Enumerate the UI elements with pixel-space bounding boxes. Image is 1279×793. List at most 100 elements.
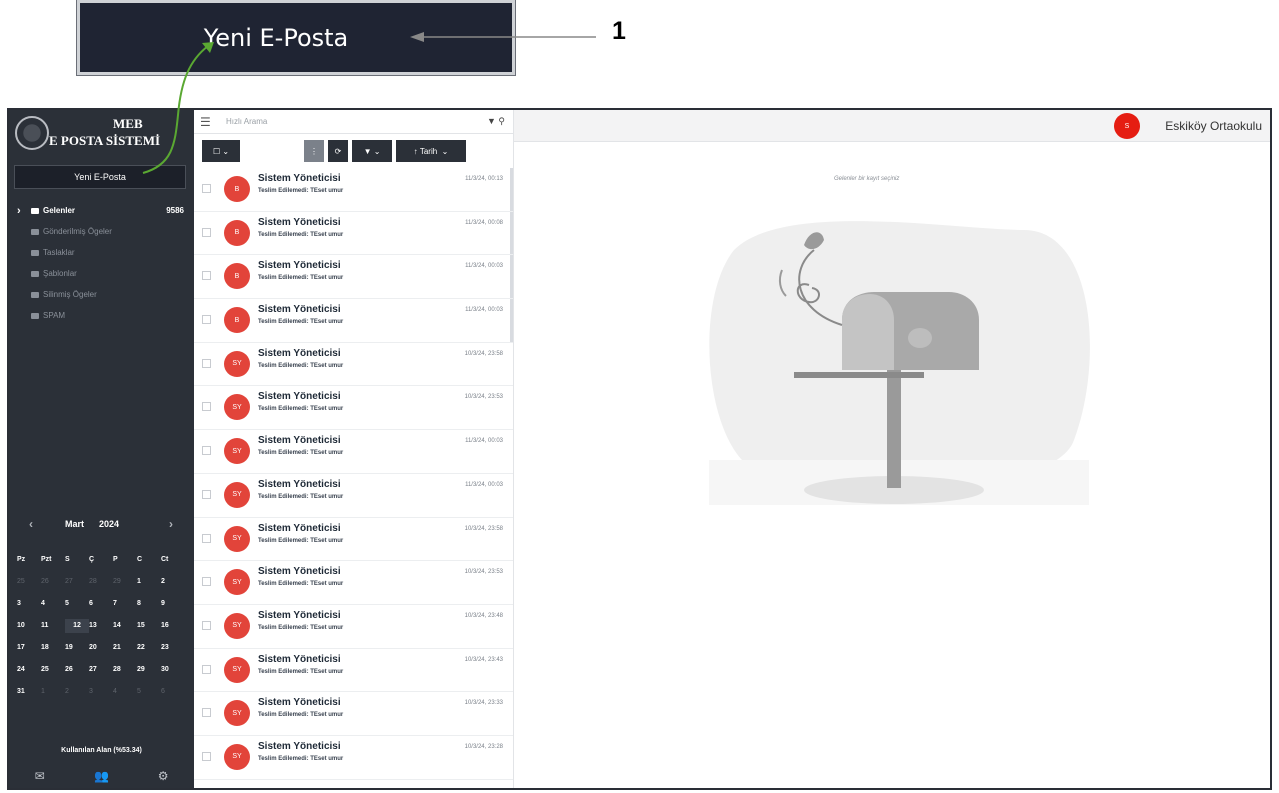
- message-date: 11/3/24, 00:03: [465, 481, 503, 488]
- message-checkbox[interactable]: [202, 751, 211, 761]
- message-row[interactable]: SY Sistem Yöneticisi Teslim Edilemedi: TEs…: [194, 517, 513, 562]
- refresh-icon[interactable]: ⟳: [328, 140, 348, 162]
- contacts-icon[interactable]: 👥: [71, 769, 133, 783]
- calendar-day[interactable]: 6: [161, 685, 185, 699]
- calendar-day[interactable]: 5: [137, 685, 161, 699]
- calendar-day[interactable]: 2: [65, 685, 89, 699]
- user-avatar[interactable]: S: [1114, 113, 1140, 139]
- message-row[interactable]: B Sistem Yöneticisi Teslim Edilemedi: TEse…: [194, 299, 513, 343]
- message-checkbox[interactable]: [202, 664, 211, 674]
- message-row[interactable]: SY Sistem Yöneticisi Teslim Edilemedi: TEs…: [194, 430, 513, 474]
- menu-icon[interactable]: ☰: [200, 115, 214, 129]
- message-row[interactable]: B Sistem Yöneticisi Teslim Edilemedi: TEse…: [194, 168, 513, 212]
- calendar-day[interactable]: 27: [65, 575, 89, 589]
- select-dropdown-button[interactable]: ☐ ⌄: [202, 140, 240, 162]
- calendar-day[interactable]: 16: [161, 619, 185, 633]
- message-checkbox[interactable]: [202, 271, 211, 281]
- settings-icon[interactable]: ⚙: [132, 769, 194, 783]
- calendar-day[interactable]: 5: [65, 597, 89, 611]
- calendar-day[interactable]: 26: [65, 663, 89, 677]
- folder-trash[interactable]: Silinmiş Ögeler: [9, 284, 194, 305]
- message-date: 11/3/24, 00:03: [465, 263, 503, 270]
- calendar-day[interactable]: 31: [17, 685, 41, 699]
- calendar-day[interactable]: 26: [41, 575, 65, 589]
- calendar-next-icon[interactable]: ›: [169, 517, 173, 531]
- calendar-day[interactable]: 15: [137, 619, 161, 633]
- message-row[interactable]: B Sistem Yöneticisi Teslim Edilemedi: TEse…: [194, 255, 513, 300]
- calendar-day[interactable]: 19: [65, 641, 89, 655]
- message-checkbox[interactable]: [202, 227, 211, 237]
- message-checkbox[interactable]: [202, 620, 211, 630]
- calendar-day[interactable]: 11: [41, 619, 65, 633]
- calendar-day[interactable]: 3: [89, 685, 113, 699]
- folder-sent[interactable]: Gönderilmiş Ögeler: [9, 221, 194, 242]
- message-row[interactable]: SY Sistem Yöneticisi Teslim Edilemedi: TEs…: [194, 735, 513, 780]
- folder-label: Gönderilmiş Ögeler: [43, 227, 112, 236]
- calendar-day[interactable]: 6: [89, 597, 113, 611]
- message-row[interactable]: SY Sistem Yöneticisi Teslim Edilemedi: TEs…: [194, 648, 513, 693]
- folder-inbox[interactable]: › Gelenler 9586: [9, 200, 194, 221]
- folder-templates[interactable]: Şablonlar: [9, 263, 194, 284]
- calendar-day[interactable]: 12: [65, 619, 89, 633]
- calendar-day[interactable]: 22: [137, 641, 161, 655]
- calendar-day[interactable]: 4: [41, 597, 65, 611]
- calendar-day[interactable]: 2: [161, 575, 185, 589]
- calendar-day[interactable]: 28: [113, 663, 137, 677]
- message-row[interactable]: B Sistem Yöneticisi Teslim Edilemedi: TEse…: [194, 211, 513, 256]
- message-checkbox[interactable]: [202, 577, 211, 587]
- calendar-day[interactable]: 4: [113, 685, 137, 699]
- calendar-day[interactable]: 29: [137, 663, 161, 677]
- message-checkbox[interactable]: [202, 446, 211, 456]
- calendar-day[interactable]: 14: [113, 619, 137, 633]
- calendar-day[interactable]: 20: [89, 641, 113, 655]
- calendar-day[interactable]: 21: [113, 641, 137, 655]
- filter-dropdown-button[interactable]: ▼ ⌄: [352, 140, 392, 162]
- message-row[interactable]: SY Sistem Yöneticisi Teslim Edilemedi: TEs…: [194, 561, 513, 605]
- message-checkbox[interactable]: [202, 358, 211, 368]
- calendar-day[interactable]: 1: [137, 575, 161, 589]
- folder-spam[interactable]: SPAM: [9, 305, 194, 326]
- filter-search-icon[interactable]: ▼ ⚲: [487, 116, 505, 127]
- calendar-day[interactable]: 27: [89, 663, 113, 677]
- more-icon[interactable]: ⋮: [304, 140, 324, 162]
- calendar-day[interactable]: 25: [41, 663, 65, 677]
- calendar-day[interactable]: 8: [137, 597, 161, 611]
- message-row[interactable]: SY Sistem Yöneticisi Teslim Edilemedi: TEs…: [194, 386, 513, 431]
- calendar-day[interactable]: 7: [113, 597, 137, 611]
- message-checkbox[interactable]: [202, 708, 211, 718]
- message-checkbox[interactable]: [202, 533, 211, 543]
- message-row[interactable]: SY Sistem Yöneticisi Teslim Edilemedi: TEs…: [194, 692, 513, 736]
- calendar-day[interactable]: 28: [89, 575, 113, 589]
- user-name[interactable]: Eskiköy Ortaokulu: [1165, 119, 1262, 133]
- message-sender: Sistem Yöneticisi: [258, 522, 341, 534]
- message-sender: Sistem Yöneticisi: [258, 347, 341, 359]
- search-input[interactable]: Hızlı Arama: [226, 117, 267, 126]
- message-row[interactable]: SY Sistem Yöneticisi Teslim Edilemedi: TEs…: [194, 342, 513, 387]
- message-checkbox[interactable]: [202, 184, 211, 193]
- calendar-day[interactable]: 24: [17, 663, 41, 677]
- calendar-day[interactable]: 13: [89, 619, 113, 633]
- calendar-day[interactable]: 25: [17, 575, 41, 589]
- calendar-day[interactable]: 18: [41, 641, 65, 655]
- mail-icon[interactable]: ✉: [9, 769, 71, 783]
- calendar-day[interactable]: 1: [41, 685, 65, 699]
- sort-dropdown-button[interactable]: ↑ Tarih ⌄: [396, 140, 466, 162]
- sender-avatar: B: [224, 176, 250, 202]
- calendar-day[interactable]: 17: [17, 641, 41, 655]
- message-row[interactable]: SY Sistem Yöneticisi Teslim Edilemedi: TEs…: [194, 473, 513, 518]
- message-checkbox[interactable]: [202, 402, 211, 412]
- message-checkbox[interactable]: [202, 489, 211, 499]
- calendar-day[interactable]: 23: [161, 641, 185, 655]
- calendar-day[interactable]: 10: [17, 619, 41, 633]
- meb-logo: MEB E POSTA SİSTEMİ: [13, 114, 189, 160]
- folder-drafts[interactable]: Taslaklar: [9, 242, 194, 263]
- calendar-day[interactable]: 9: [161, 597, 185, 611]
- calendar-day[interactable]: 3: [17, 597, 41, 611]
- new-mail-button[interactable]: Yeni E-Posta: [14, 165, 186, 189]
- message-row[interactable]: SY Sistem Yöneticisi Teslim Edilemedi: TEs…: [194, 604, 513, 649]
- calendar-prev-icon[interactable]: ‹: [29, 517, 33, 531]
- calendar-day[interactable]: 29: [113, 575, 137, 589]
- message-sender: Sistem Yöneticisi: [258, 566, 341, 578]
- calendar-day[interactable]: 30: [161, 663, 185, 677]
- message-checkbox[interactable]: [202, 315, 211, 325]
